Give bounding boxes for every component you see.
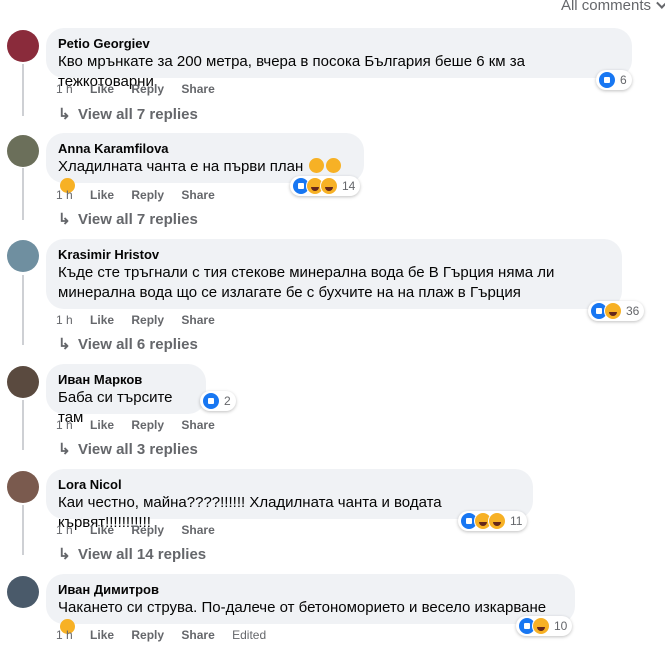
comment-actions: 1 h Like Reply Share <box>56 188 229 202</box>
reply-button[interactable]: Reply <box>131 188 164 202</box>
laughing-emoji-icon <box>309 158 325 173</box>
laughing-emoji-icon <box>326 158 342 173</box>
comment-text-content: Чакането си струва. По-далече от бетоном… <box>58 599 547 616</box>
share-button[interactable]: Share <box>181 82 214 96</box>
reactions-summary[interactable]: 11 <box>458 511 528 531</box>
comment-text: Къде сте тръгнали с тия стекове минералн… <box>58 264 555 301</box>
view-replies-label: View all 14 replies <box>78 546 207 563</box>
comment-author[interactable]: Иван Марков <box>58 372 194 388</box>
like-button[interactable]: Like <box>90 523 114 537</box>
reply-button[interactable]: Reply <box>131 418 164 432</box>
reply-arrow-icon: ↳ <box>58 211 71 228</box>
haha-reaction-icon <box>488 512 506 530</box>
comment-bubble: Krasimir Hristov Къде сте тръгнали с тия… <box>46 239 622 309</box>
comment-text-content: Хладилната чанта е на първи план <box>58 158 304 175</box>
avatar[interactable] <box>7 240 39 272</box>
reply-arrow-icon: ↳ <box>58 441 71 458</box>
comment-actions: 1 h Like Reply Share <box>56 523 229 537</box>
comment-author[interactable]: Petio Georgiev <box>58 36 620 52</box>
comment-author[interactable]: Lora Nicol <box>58 477 521 493</box>
reaction-count: 36 <box>626 304 640 318</box>
comment-time[interactable]: 1 h <box>56 418 73 432</box>
like-button[interactable]: Like <box>90 82 114 96</box>
like-button[interactable]: Like <box>90 188 114 202</box>
comment-time[interactable]: 1 h <box>56 523 73 537</box>
view-replies-link[interactable]: ↳ View all 3 replies <box>58 440 198 458</box>
comment-bubble: Иван Димитров Чакането си струва. По-дал… <box>46 574 575 634</box>
view-replies-link[interactable]: ↳ View all 7 replies <box>58 210 198 228</box>
share-button[interactable]: Share <box>181 523 214 537</box>
share-button[interactable]: Share <box>181 418 214 432</box>
edited-label[interactable]: Edited <box>232 628 266 642</box>
view-replies-link[interactable]: ↳ View all 7 replies <box>58 105 198 123</box>
thread-line <box>22 400 24 450</box>
comment-actions: 1 h Like Reply Share <box>56 82 229 96</box>
thread-line <box>22 64 24 116</box>
comment-bubble: Petio Georgiev Кво мрънкате за 200 метра… <box>46 28 632 90</box>
view-replies-label: View all 7 replies <box>78 106 198 123</box>
like-button[interactable]: Like <box>90 418 114 432</box>
comment-bubble: Lora Nicol Каи честно, майна????!!!!!! Х… <box>46 469 533 531</box>
avatar[interactable] <box>7 576 39 608</box>
share-button[interactable]: Share <box>181 628 214 642</box>
view-replies-link[interactable]: ↳ View all 6 replies <box>58 335 198 353</box>
haha-reaction-icon <box>320 177 338 195</box>
share-button[interactable]: Share <box>181 188 214 202</box>
comment-bubble: Иван Марков Баба си търсите там <box>46 364 206 426</box>
comment-time[interactable]: 1 h <box>56 313 73 327</box>
comment-author[interactable]: Anna Karamfilova <box>58 141 352 157</box>
comment-time[interactable]: 1 h <box>56 82 73 96</box>
reaction-count: 10 <box>554 619 568 633</box>
view-replies-link[interactable]: ↳ View all 14 replies <box>58 545 206 563</box>
thread-line <box>22 275 24 345</box>
reply-arrow-icon: ↳ <box>58 546 71 563</box>
sort-comments-dropdown[interactable]: All comments <box>560 0 665 14</box>
reaction-count: 11 <box>510 514 523 528</box>
view-replies-label: View all 3 replies <box>78 441 198 458</box>
like-reaction-icon <box>202 392 220 410</box>
reply-button[interactable]: Reply <box>131 628 164 642</box>
comment-actions: 1 h Like Reply Share <box>56 313 229 327</box>
comment-author[interactable]: Krasimir Hristov <box>58 247 610 263</box>
reactions-summary[interactable]: 36 <box>588 301 645 321</box>
reply-button[interactable]: Reply <box>131 82 164 96</box>
avatar[interactable] <box>7 471 39 503</box>
comment-time[interactable]: 1 h <box>56 628 73 642</box>
reaction-count: 14 <box>342 179 356 193</box>
reply-button[interactable]: Reply <box>131 523 164 537</box>
share-button[interactable]: Share <box>181 313 214 327</box>
comment-author[interactable]: Иван Димитров <box>58 582 563 598</box>
reactions-summary[interactable]: 10 <box>516 616 573 636</box>
avatar[interactable] <box>7 366 39 398</box>
haha-reaction-icon <box>532 617 550 635</box>
like-reaction-icon <box>598 71 616 89</box>
like-button[interactable]: Like <box>90 313 114 327</box>
thread-line <box>22 168 24 220</box>
thread-line <box>22 505 24 555</box>
reactions-summary[interactable]: 2 <box>200 391 236 411</box>
haha-reaction-icon <box>604 302 622 320</box>
comment-actions: 1 h Like Reply Share Edited <box>56 628 280 642</box>
comment-actions: 1 h Like Reply Share <box>56 418 229 432</box>
reactions-summary[interactable]: 6 <box>596 70 632 90</box>
reactions-summary[interactable]: 14 <box>290 176 361 196</box>
reply-arrow-icon: ↳ <box>58 336 71 353</box>
sort-label: All comments <box>560 0 651 14</box>
like-button[interactable]: Like <box>90 628 114 642</box>
avatar[interactable] <box>7 30 39 62</box>
reaction-count: 2 <box>224 394 231 408</box>
reply-button[interactable]: Reply <box>131 313 164 327</box>
view-replies-label: View all 7 replies <box>78 211 198 228</box>
avatar[interactable] <box>7 135 39 167</box>
view-replies-label: View all 6 replies <box>78 336 198 353</box>
chevron-down-icon <box>656 0 665 9</box>
comment-time[interactable]: 1 h <box>56 188 73 202</box>
reply-arrow-icon: ↳ <box>58 106 71 123</box>
reaction-count: 6 <box>620 73 627 87</box>
